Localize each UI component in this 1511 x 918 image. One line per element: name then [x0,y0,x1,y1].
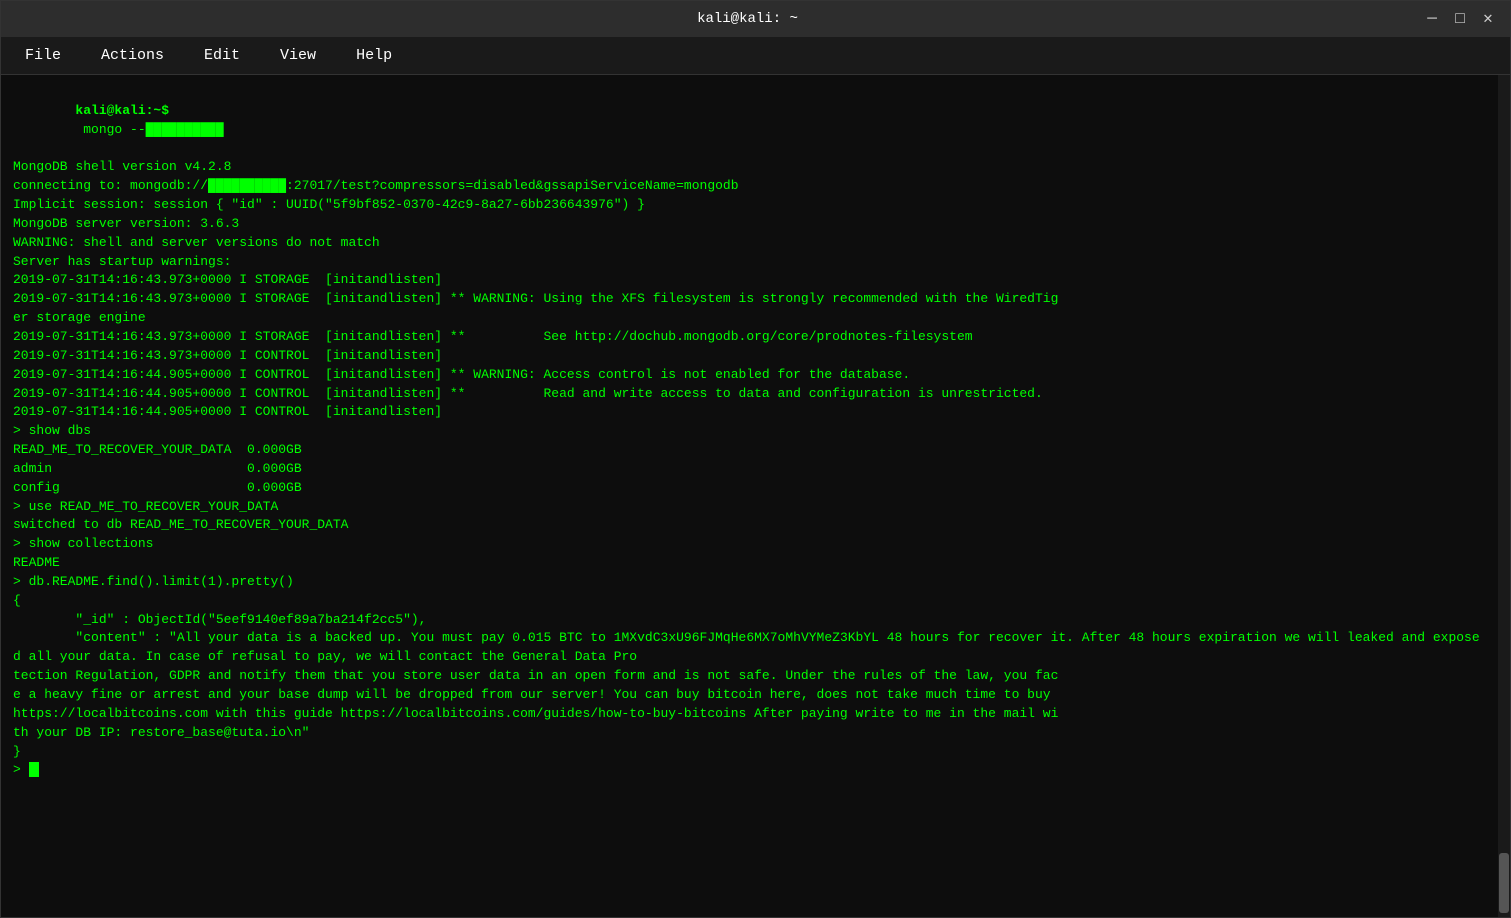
terminal-line: 2019-07-31T14:16:43.973+0000 I STORAGE [… [13,290,1486,309]
terminal-line: > show dbs [13,422,1486,441]
terminal-window: kali@kali: ~ ─ □ ✕ File Actions Edit Vie… [0,0,1511,918]
terminal-line: 2019-07-31T14:16:44.905+0000 I CONTROL [… [13,403,1486,422]
window-controls: ─ □ ✕ [1422,11,1498,27]
title-bar: kali@kali: ~ ─ □ ✕ [1,1,1510,37]
terminal-line: MongoDB shell version v4.2.8 [13,158,1486,177]
terminal-line: switched to db READ_ME_TO_RECOVER_YOUR_D… [13,516,1486,535]
terminal-line: tection Regulation, GDPR and notify them… [13,667,1486,686]
prompt-cmd: mongo --██████████ [75,122,223,137]
terminal-line: 2019-07-31T14:16:43.973+0000 I CONTROL [… [13,347,1486,366]
terminal-line: > show collections [13,535,1486,554]
terminal-line: > db.README.find().limit(1).pretty() [13,573,1486,592]
terminal-line: READ_ME_TO_RECOVER_YOUR_DATA 0.000GB [13,441,1486,460]
menu-edit[interactable]: Edit [196,43,248,68]
terminal-prompt-line: > [13,761,1486,780]
terminal-line: 2019-07-31T14:16:44.905+0000 I CONTROL [… [13,385,1486,404]
terminal-line: th your DB IP: restore_base@tuta.io\n" [13,724,1486,743]
terminal-line: admin 0.000GB [13,460,1486,479]
terminal-line: kali@kali:~$ mongo --██████████ [13,83,1486,158]
terminal-line: > use READ_ME_TO_RECOVER_YOUR_DATA [13,498,1486,517]
terminal-line: README [13,554,1486,573]
prompt-user: kali@kali:~$ [75,103,169,118]
terminal-line: config 0.000GB [13,479,1486,498]
minimize-button[interactable]: ─ [1422,11,1442,27]
terminal-line: e a heavy fine or arrest and your base d… [13,686,1486,705]
menu-actions[interactable]: Actions [93,43,172,68]
terminal-line: 2019-07-31T14:16:43.973+0000 I STORAGE [… [13,271,1486,290]
terminal-line: "content" : "All your data is a backed u… [13,629,1486,667]
close-button[interactable]: ✕ [1478,11,1498,27]
terminal-line: er storage engine [13,309,1486,328]
terminal-line: connecting to: mongodb://██████████:2701… [13,177,1486,196]
terminal-line: 2019-07-31T14:16:44.905+0000 I CONTROL [… [13,366,1486,385]
menu-bar: File Actions Edit View Help [1,37,1510,75]
terminal-line: Implicit session: session { "id" : UUID(… [13,196,1486,215]
terminal-cursor [29,762,39,777]
window-title: kali@kali: ~ [73,11,1422,27]
terminal-line: } [13,743,1486,762]
menu-help[interactable]: Help [348,43,400,68]
terminal-line: 2019-07-31T14:16:43.973+0000 I STORAGE [… [13,328,1486,347]
terminal-output[interactable]: kali@kali:~$ mongo --██████████ MongoDB … [1,75,1498,917]
terminal-line: https://localbitcoins.com with this guid… [13,705,1486,724]
maximize-button[interactable]: □ [1450,11,1470,27]
terminal-line: { [13,592,1486,611]
menu-file[interactable]: File [17,43,69,68]
terminal-line: "_id" : ObjectId("5eef9140ef89a7ba214f2c… [13,611,1486,630]
terminal-line: WARNING: shell and server versions do no… [13,234,1486,253]
menu-view[interactable]: View [272,43,324,68]
terminal-line: Server has startup warnings: [13,253,1486,272]
terminal-line: MongoDB server version: 3.6.3 [13,215,1486,234]
